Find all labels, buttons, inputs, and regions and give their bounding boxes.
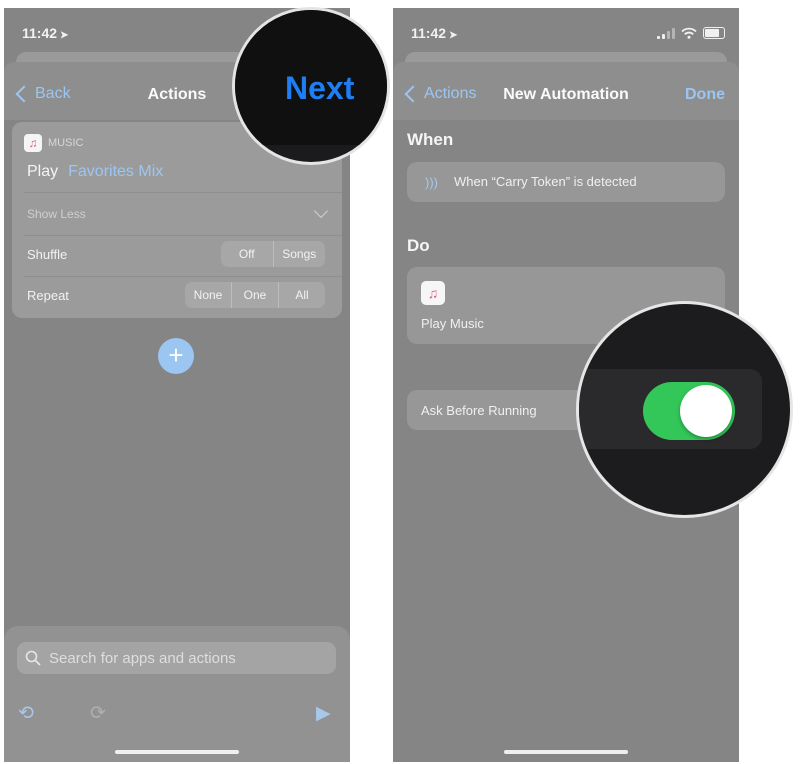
shuffle-segmented-control[interactable]: Off Songs	[221, 241, 325, 267]
action-row: Play Favorites Mix	[27, 163, 163, 181]
status-bar-time: 11:42 ➤	[22, 25, 69, 41]
location-arrow-icon: ➤	[449, 30, 458, 41]
nav-bar: Actions New Automation Done	[393, 62, 739, 120]
trigger-text: When “Carry Token” is detected	[454, 174, 637, 189]
action-search-panel: ⟲ ⟳ ▶	[4, 626, 350, 762]
repeat-segmented-control[interactable]: None One All	[185, 282, 325, 308]
trigger-card[interactable]: ))) When “Carry Token” is detected	[407, 162, 725, 202]
shuffle-label: Shuffle	[27, 247, 68, 262]
wifi-icon	[681, 27, 697, 39]
done-button[interactable]: Done	[685, 86, 725, 104]
playlist-parameter[interactable]: Favorites Mix	[68, 163, 163, 181]
status-icons	[657, 27, 725, 39]
next-button[interactable]: Next	[285, 70, 354, 107]
divider	[24, 235, 342, 236]
ask-before-running-label: Ask Before Running	[421, 403, 537, 418]
toggle-knob	[680, 385, 732, 437]
nfc-icon: )))	[425, 175, 438, 190]
search-input[interactable]	[47, 648, 311, 668]
home-indicator	[504, 750, 628, 754]
location-arrow-icon: ➤	[60, 30, 69, 41]
music-icon: ♫	[24, 134, 42, 152]
action-verb: Play	[27, 163, 59, 180]
search-bar[interactable]	[17, 642, 336, 674]
do-header: Do	[407, 236, 430, 255]
signal-icon	[657, 27, 675, 39]
status-bar-time: 11:42 ➤	[411, 25, 458, 41]
repeat-option-all[interactable]: All	[278, 282, 325, 308]
zoom-callout-toggle	[576, 301, 793, 518]
when-header: When	[407, 130, 454, 149]
search-icon	[25, 650, 41, 666]
repeat-option-none[interactable]: None	[185, 282, 231, 308]
app-name: MUSIC	[48, 137, 84, 149]
do-action-label: Play Music	[421, 316, 484, 331]
music-icon: ♫	[421, 281, 445, 305]
shuffle-option-songs[interactable]: Songs	[272, 241, 326, 267]
repeat-label: Repeat	[27, 288, 69, 303]
chevron-down-icon[interactable]	[313, 203, 329, 219]
undo-icon[interactable]: ⟲	[18, 702, 34, 725]
shuffle-option-off[interactable]: Off	[221, 241, 273, 267]
divider	[24, 192, 342, 193]
play-icon[interactable]: ▶	[316, 702, 331, 725]
redo-icon[interactable]: ⟳	[90, 702, 106, 725]
plus-icon: +	[168, 340, 184, 370]
battery-icon	[703, 27, 725, 39]
divider	[24, 276, 342, 277]
home-indicator	[115, 750, 239, 754]
add-action-button[interactable]: +	[158, 338, 194, 374]
repeat-option-one[interactable]: One	[231, 282, 278, 308]
ask-before-running-toggle[interactable]	[643, 382, 735, 440]
show-less-button[interactable]: Show Less	[27, 207, 86, 221]
zoom-callout-next: Next	[232, 7, 390, 165]
app-row: ♫ MUSIC	[24, 134, 83, 152]
